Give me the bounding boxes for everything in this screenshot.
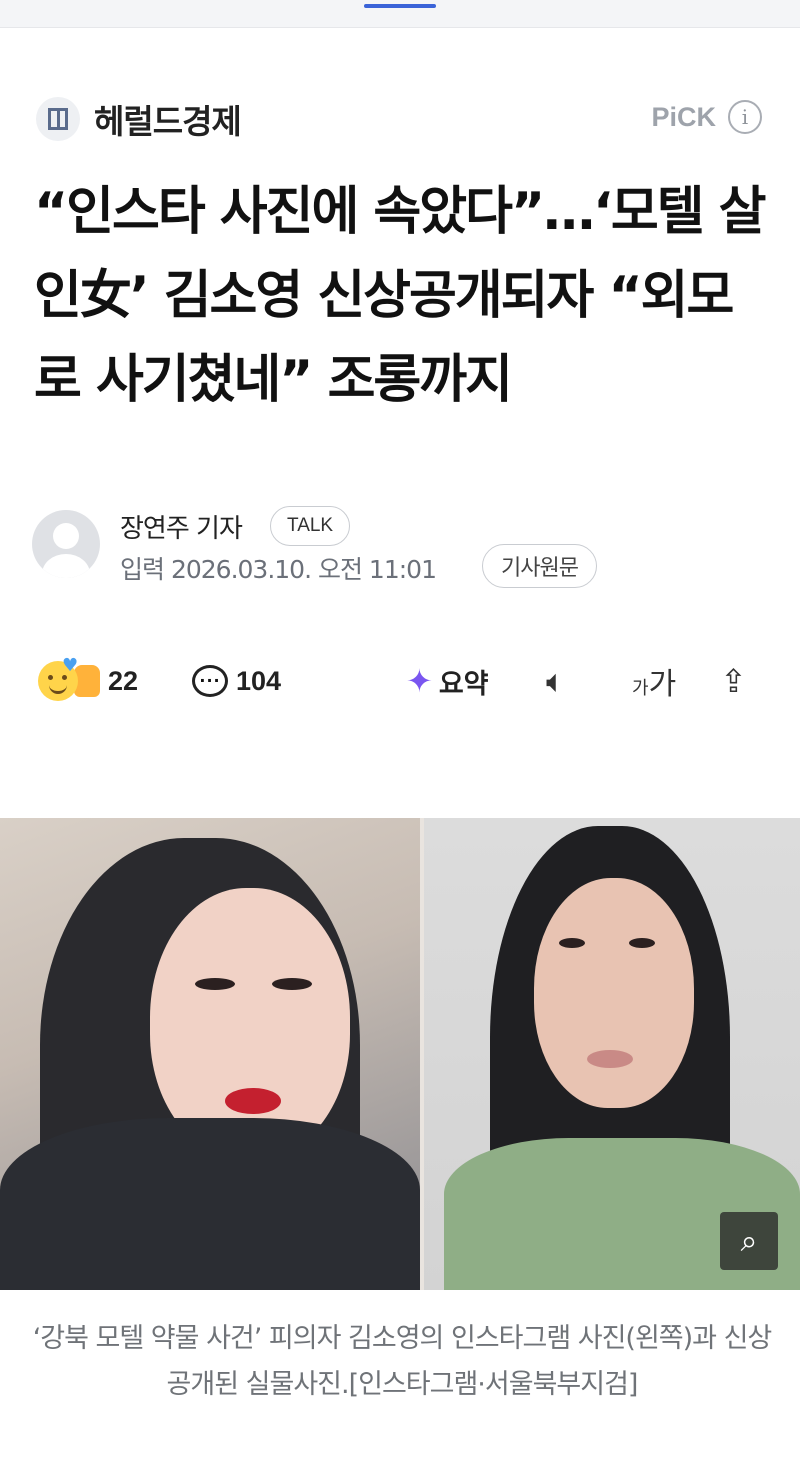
reaction-emoji-icon: ♥	[38, 655, 78, 701]
pick-badge[interactable]: PiCK i	[651, 100, 762, 134]
byline: 장연주 기자 TALK 입력 2026.03.10. 오전 11:01 기사원문	[32, 506, 772, 596]
top-tab-bar	[0, 0, 800, 28]
article-headline: “인스타 사진에 속았다”…‘모텔 살인女’ 김소영 신상공개되자 “외모로 사…	[34, 182, 767, 410]
article-photo[interactable]: ⌕	[0, 818, 800, 1290]
original-article-button[interactable]: 기사원문	[482, 544, 597, 588]
press-logo[interactable]	[36, 97, 80, 141]
publish-date: 입력 2026.03.10. 오전 11:01	[120, 555, 437, 584]
reporter-avatar[interactable]	[32, 510, 100, 578]
active-tab-indicator	[364, 4, 436, 8]
press-header[interactable]: 헤럴드경제	[36, 95, 242, 143]
reporter-name[interactable]: 장연주 기자	[120, 508, 243, 545]
zoom-icon[interactable]: ⌕	[720, 1212, 778, 1270]
share-button[interactable]: ⇪	[720, 654, 747, 708]
talk-button[interactable]: TALK	[270, 506, 351, 546]
comment-button[interactable]: ··· 104	[192, 654, 281, 708]
summary-label: 요약	[438, 668, 489, 700]
reaction-count: 22	[108, 665, 139, 696]
article-actions: ♥ 22 ··· 104 ✦ 요약 🔈︎ 가가 ⇪	[36, 654, 766, 708]
info-icon[interactable]: i	[728, 100, 762, 134]
comment-icon: ···	[192, 665, 228, 697]
font-size-icon: 가가	[632, 667, 677, 702]
pick-label: PiCK	[651, 101, 716, 132]
comment-count: 104	[236, 665, 282, 696]
reaction-button[interactable]: ♥ 22	[38, 654, 138, 708]
summary-button[interactable]: ✦ 요약	[406, 654, 489, 708]
tts-button[interactable]: 🔈︎	[546, 654, 565, 708]
instagram-photo	[0, 818, 420, 1290]
share-icon: ⇪	[720, 662, 747, 700]
font-size-button[interactable]: 가가	[632, 654, 676, 708]
speaker-icon: 🔈︎	[546, 661, 566, 700]
photo-caption: ‘강북 모텔 약물 사건’ 피의자 김소영의 인스타그램 사진(왼쪽)과 신상공…	[32, 1323, 773, 1400]
ai-summary-icon: ✦	[406, 662, 433, 700]
press-name[interactable]: 헤럴드경제	[94, 95, 242, 143]
